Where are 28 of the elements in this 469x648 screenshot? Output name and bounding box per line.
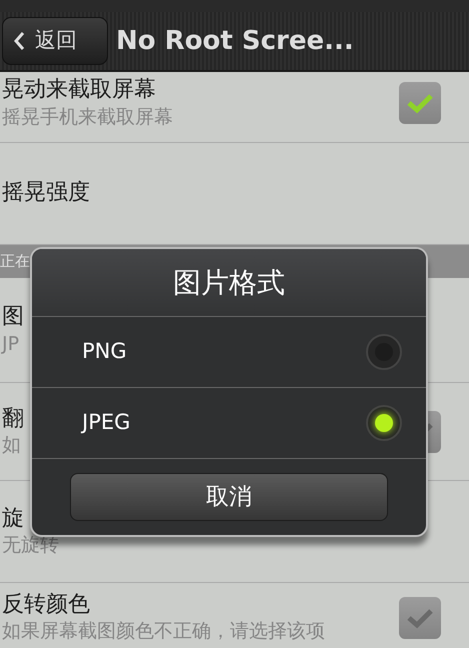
option-label: PNG: [82, 338, 127, 366]
setting-title: 摇晃强度: [2, 179, 90, 208]
app-title: No Root Scree...: [116, 24, 354, 58]
setting-title: 旋: [2, 504, 24, 533]
setting-summary: JP: [2, 332, 20, 357]
setting-title: 反转颜色: [2, 590, 90, 619]
back-icon: [13, 31, 25, 51]
setting-title: 图: [2, 303, 24, 332]
checkbox[interactable]: [399, 596, 441, 638]
dialog-title: 图片格式: [32, 249, 426, 317]
check-icon: [406, 92, 434, 114]
checkbox[interactable]: [399, 82, 441, 124]
option-row[interactable]: JPEG: [32, 388, 426, 459]
option-row[interactable]: PNG: [32, 317, 426, 388]
setting-summary: 摇晃手机来截取屏幕: [2, 104, 173, 130]
cancel-button[interactable]: 取消: [70, 473, 388, 521]
back-button[interactable]: 返回: [2, 17, 108, 65]
setting-summary: 如果屏幕截图颜色不正确，请选择该项: [2, 619, 325, 644]
radio-button[interactable]: [366, 405, 402, 441]
setting-title: 晃动来截取屏幕: [2, 76, 156, 104]
setting-title: 翻: [2, 404, 24, 433]
option-label: JPEG: [82, 409, 130, 436]
check-icon: [406, 606, 434, 628]
setting-summary: 无旋转: [2, 533, 59, 558]
setting-summary: 如: [2, 433, 21, 458]
settings-row[interactable]: 晃动来截取屏幕 摇晃手机来截取屏幕: [0, 64, 469, 143]
radio-button[interactable]: [366, 334, 402, 370]
settings-row[interactable]: 反转颜色 如果屏幕截图颜色不正确，请选择该项: [0, 583, 469, 648]
